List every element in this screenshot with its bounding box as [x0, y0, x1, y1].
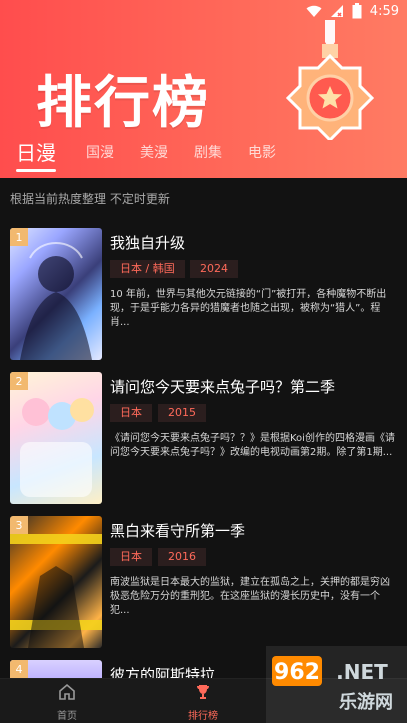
nav-home[interactable]: 首页 — [7, 683, 127, 722]
cover-image: 2 — [10, 372, 102, 504]
battery-icon — [352, 3, 362, 19]
cover-image: 3 — [10, 516, 102, 648]
wifi-icon — [306, 4, 322, 18]
tag-chip: 2024 — [190, 260, 238, 278]
medal-icon — [285, 20, 375, 140]
rank-badge: 2 — [10, 372, 28, 390]
list-subtitle: 根据当前热度整理 不定时更新 — [10, 192, 170, 206]
svg-text:962: 962 — [274, 660, 320, 685]
item-title[interactable]: 我独自升级 — [110, 232, 185, 253]
trophy-icon — [194, 683, 212, 705]
tab-ri-man[interactable]: 日漫 — [16, 137, 56, 172]
header-banner: 4:59 排行榜 日漫 国漫 美漫 剧集 电影 — [0, 0, 407, 178]
list-item[interactable]: 3 黑白来看守所第一季 日本 2016 南波监狱是日本最大的监狱，建立在孤岛之上… — [10, 516, 400, 648]
cover-art — [20, 242, 92, 360]
tag-chip: 2015 — [158, 404, 206, 422]
item-title[interactable]: 黑白来看守所第一季 — [110, 520, 245, 541]
tag-chip: 日本 / 韩国 — [110, 260, 185, 278]
tab-mei-man[interactable]: 美漫 — [140, 142, 168, 168]
status-time: 4:59 — [369, 3, 399, 19]
rank-badge: 3 — [10, 516, 28, 534]
tag-chip: 日本 — [110, 548, 152, 566]
item-description: 10 年前，世界与其他次元链接的“门”被打开，各种魔物不断出现，于是乎能力各异的… — [110, 289, 387, 328]
rank-badge: 4 — [10, 660, 28, 678]
nav-home-label: 首页 — [57, 711, 77, 722]
cover-art — [20, 398, 94, 497]
tag-chip: 2016 — [158, 548, 206, 566]
page-hero-title: 排行榜 — [36, 71, 210, 136]
rank-badge: 1 — [10, 228, 28, 246]
tag-chip: 日本 — [110, 404, 152, 422]
nav-rank[interactable]: 排行榜 — [143, 683, 263, 722]
item-title[interactable]: 请问您今天要来点兔子吗？第二季 — [110, 376, 335, 397]
list-item[interactable]: 1 我独自升级 日本 / 韩国 2024 10 年前，世界与其他次元链接的“门”… — [10, 228, 400, 360]
nav-rank-label: 排行榜 — [188, 711, 218, 722]
item-description: 《请问您今天要来点兔子吗？？》是根据Koi创作的四格漫画《请问您今天要来点兔子吗… — [110, 433, 395, 458]
tab-ju-ji[interactable]: 剧集 — [194, 142, 222, 168]
svg-text:.NET: .NET — [336, 660, 388, 684]
tab-guo-man[interactable]: 国漫 — [86, 142, 114, 168]
home-icon — [58, 683, 76, 705]
list-item[interactable]: 2 请问您今天要来点兔子吗？第二季 日本 2015 《请问您今天要来点兔子吗？？… — [10, 372, 400, 504]
cover-art — [10, 534, 102, 648]
signal-icon — [330, 4, 344, 18]
watermark-logo: 962 .NET 乐游网 — [266, 646, 407, 723]
category-tabs: 日漫 国漫 美漫 剧集 电影 — [0, 137, 407, 172]
svg-text:乐游网: 乐游网 — [339, 691, 393, 713]
item-description: 南波监狱是日本最大的监狱，建立在孤岛之上，关押的都是穷凶极恶危险万分的重刑犯。在… — [110, 577, 390, 616]
tab-dian-ying[interactable]: 电影 — [248, 142, 276, 168]
cover-image: 1 — [10, 228, 102, 360]
